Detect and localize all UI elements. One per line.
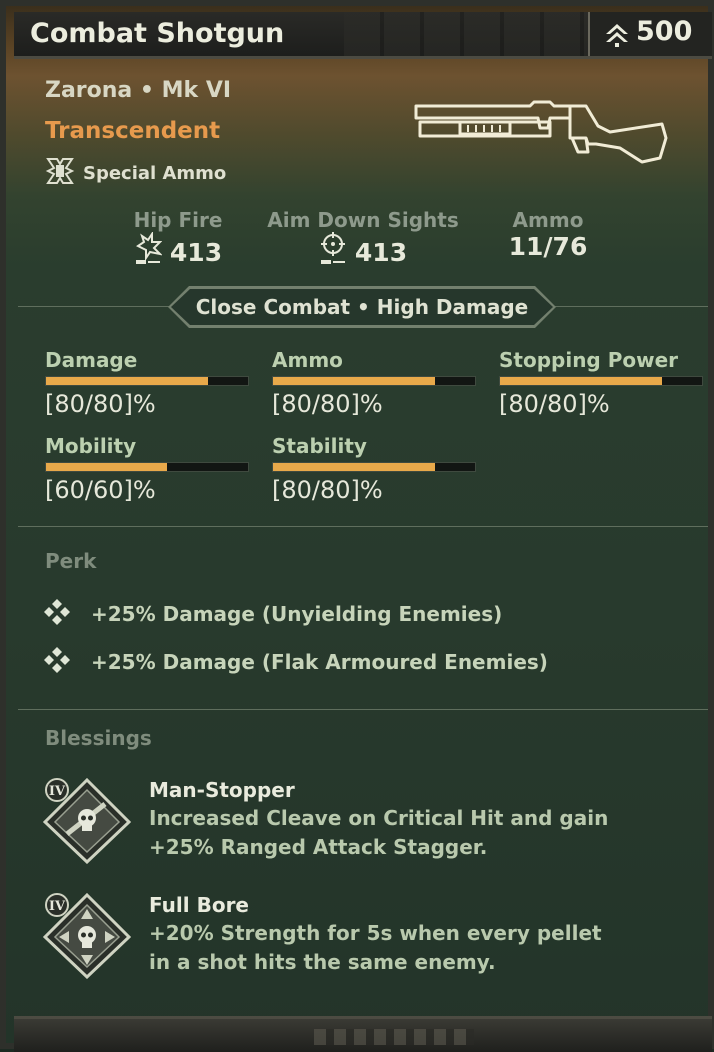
stat-ammo: Ammo [80/80]% <box>272 348 478 418</box>
perk-item: +25% Damage (Unyielding Enemies) <box>43 598 502 630</box>
crosshair-icon <box>319 232 355 272</box>
perk-diamond-icon <box>43 646 71 678</box>
stat-bar-fill <box>273 463 435 471</box>
weapon-role-ribbon: Close Combat • High Damage <box>195 295 529 319</box>
stat-label: Stability <box>272 434 367 458</box>
card-footer <box>14 1016 712 1052</box>
stat-value: [60/60]% <box>45 476 156 504</box>
weapon-title: Combat Shotgun <box>30 18 285 49</box>
hip-fire-icon <box>134 230 170 272</box>
hip-fire-value: 413 <box>169 237 223 267</box>
skull-blessing-icon: IV <box>42 777 132 868</box>
stat-label: Ammo <box>272 348 343 372</box>
skull-arrows-blessing-icon: IV <box>42 892 132 983</box>
stat-stopping-power: Stopping Power [80/80]% <box>499 348 705 418</box>
divider <box>18 526 708 527</box>
hip-fire-label: Hip Fire <box>133 208 223 232</box>
ammo-value: 11/76 <box>508 232 588 261</box>
stat-value: [80/80]% <box>45 390 156 418</box>
stat-value: [80/80]% <box>272 390 383 418</box>
item-card: Combat Shotgun 500 Zarona • Mk VI Transc… <box>0 0 714 1052</box>
special-ammo-tag: Special Ammo <box>45 156 226 190</box>
perk-diamond-icon <box>43 598 71 630</box>
ads-value: 413 <box>354 237 408 267</box>
stat-mobility: Mobility [60/60]% <box>45 434 251 504</box>
special-ammo-icon <box>45 156 75 190</box>
stat-bar-fill <box>500 377 662 385</box>
blessing-tier: IV <box>49 899 66 914</box>
stat-bar-fill <box>46 377 208 385</box>
currency-value: 500 <box>636 16 693 47</box>
blessing-name: Full Bore <box>149 893 249 917</box>
currency-display: 500 <box>588 12 712 56</box>
stat-value: [80/80]% <box>499 390 610 418</box>
stat-bar-fill <box>46 463 168 471</box>
blessing-name: Man-Stopper <box>149 778 295 802</box>
rarity-label: Transcendent <box>45 118 221 144</box>
footer-decoration <box>314 1029 474 1045</box>
special-ammo-label: Special Ammo <box>83 162 227 184</box>
ammo-stat: Ammo 11/76 <box>498 208 598 261</box>
stat-label: Damage <box>45 348 138 372</box>
perk-section-title: Perk <box>45 549 97 573</box>
stat-label: Stopping Power <box>499 348 679 372</box>
stat-bar <box>272 462 476 472</box>
stat-bar <box>499 376 703 386</box>
perk-item: +25% Damage (Flak Armoured Enemies) <box>43 646 548 678</box>
divider <box>18 709 708 710</box>
stat-bar <box>45 376 249 386</box>
header-decoration <box>344 12 594 56</box>
stat-label: Mobility <box>45 434 137 458</box>
hip-fire-stat: Hip Fire 413 <box>122 208 234 272</box>
stat-value: [80/80]% <box>272 476 383 504</box>
blessing-description: +20% Strength for 5s when every pellet i… <box>149 921 602 974</box>
stat-bar-fill <box>273 377 435 385</box>
stat-damage: Damage [80/80]% <box>45 348 251 418</box>
perk-text: +25% Damage (Unyielding Enemies) <box>91 602 503 626</box>
rank-chevron-icon <box>604 22 630 52</box>
stat-bar <box>272 376 476 386</box>
blessing-tier: IV <box>49 784 66 799</box>
perk-text: +25% Damage (Flak Armoured Enemies) <box>91 650 548 674</box>
blessing-description: Increased Cleave on Critical Hit and gai… <box>149 806 609 859</box>
title-bar: Combat Shotgun 500 <box>14 12 712 59</box>
ads-stat: Aim Down Sights 413 <box>262 208 464 272</box>
stat-bar <box>45 462 249 472</box>
ammo-label: Ammo <box>512 208 584 232</box>
stat-stability: Stability [80/80]% <box>272 434 478 504</box>
ads-label: Aim Down Sights <box>267 208 459 232</box>
weapon-subtitle: Zarona • Mk VI <box>45 78 232 103</box>
blessings-section-title: Blessings <box>45 726 152 750</box>
shotgun-icon <box>410 92 672 172</box>
